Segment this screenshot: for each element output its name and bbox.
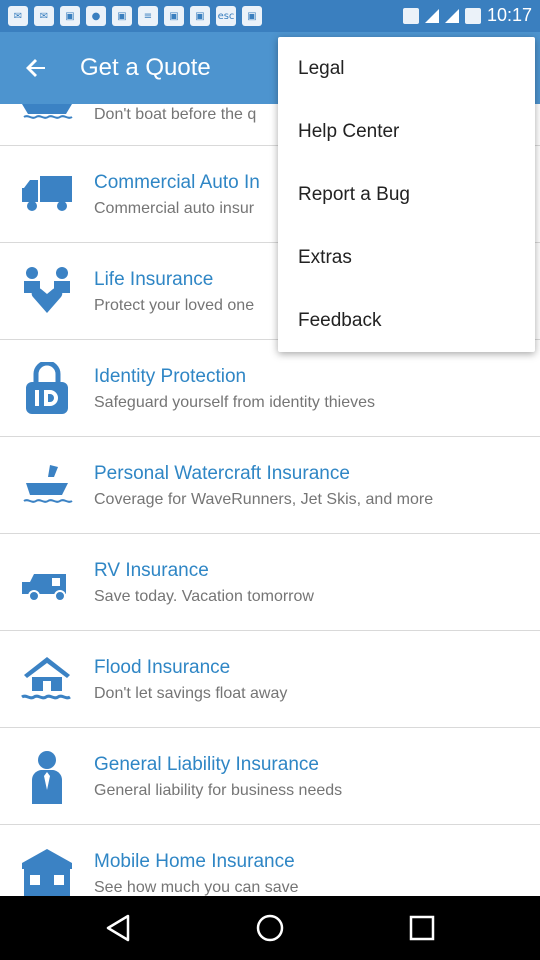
list-item-title: Personal Watercraft Insurance	[94, 463, 350, 484]
system-status: 10:17	[402, 5, 532, 26]
nav-back-icon[interactable]	[102, 912, 134, 944]
list-item-subtitle: Safeguard yourself from identity thieves	[94, 394, 376, 411]
list-item-subtitle: Coverage for WaveRunners, Jet Skis, and …	[94, 491, 434, 508]
mobile-home-icon	[20, 847, 74, 899]
list-item-subtitle: See how much you can save	[94, 879, 299, 896]
list-item-subtitle: General liability for business needs	[94, 782, 343, 799]
menu-item-report-bug[interactable]: Report a Bug	[278, 163, 535, 226]
list-item[interactable]: RV Insurance Save today. Vacation tomorr…	[0, 534, 540, 631]
list-item[interactable]: Personal Watercraft Insurance Coverage f…	[0, 437, 540, 534]
arrow-left-icon[interactable]	[16, 48, 56, 88]
menu-item-extras[interactable]: Extras	[278, 226, 535, 289]
nav-home-icon[interactable]	[254, 912, 286, 944]
overflow-menu: Legal Help Center Report a Bug Extras Fe…	[278, 37, 535, 352]
list-item-title: Life Insurance	[94, 269, 214, 290]
screen: ✉ ✉ ▣ ● ▣ ≡ ▣ ▣ esc ▣ 10:17 Get a Quote	[0, 0, 540, 960]
list-item-title: Identity Protection	[94, 366, 247, 387]
wifi-icon	[424, 8, 439, 23]
id-lock-icon	[20, 360, 74, 414]
boat-icon	[20, 98, 74, 120]
list-item[interactable]: General Liability Insurance General liab…	[0, 728, 540, 825]
mail-icon: ✉	[8, 6, 28, 26]
photo-icon: ▣	[60, 6, 80, 26]
page-title: Get a Quote	[80, 54, 211, 81]
list-item-subtitle: Protect your loved one	[94, 297, 255, 314]
navigation-bar	[0, 896, 540, 960]
photo-icon: ▣	[112, 6, 132, 26]
status-bar: ✉ ✉ ▣ ● ▣ ≡ ▣ ▣ esc ▣ 10:17	[0, 0, 540, 32]
chat-icon: ●	[86, 6, 106, 26]
photo-icon: ▣	[164, 6, 184, 26]
menu-item-legal[interactable]: Legal	[278, 37, 535, 100]
notes-icon: ≡	[138, 6, 158, 26]
menu-item-feedback[interactable]: Feedback	[278, 289, 535, 352]
list-item[interactable]: Identity Protection Safeguard yourself f…	[0, 340, 540, 437]
mail-icon: ✉	[34, 6, 54, 26]
nav-recents-icon[interactable]	[406, 912, 438, 944]
list-item[interactable]: Flood Insurance Don't let savings float …	[0, 631, 540, 728]
list-item-subtitle: Commercial auto insur	[94, 200, 255, 217]
rv-icon	[20, 556, 74, 606]
family-heart-icon	[20, 265, 74, 315]
list-item-subtitle: Don't let savings float away	[94, 685, 288, 702]
truck-icon	[20, 168, 74, 218]
signal-icon	[444, 8, 459, 23]
list-item-subtitle: Don't boat before the q	[94, 106, 257, 123]
battery-icon	[464, 7, 481, 24]
person-icon	[20, 750, 74, 804]
list-item-title: General Liability Insurance	[94, 754, 319, 775]
list-item-title: Mobile Home Insurance	[94, 851, 295, 872]
list-item-subtitle: Save today. Vacation tomorrow	[94, 588, 314, 605]
photo-icon: ▣	[190, 6, 210, 26]
flood-house-icon	[20, 653, 74, 703]
list-item-title: RV Insurance	[94, 560, 209, 581]
notification-icons: ✉ ✉ ▣ ● ▣ ≡ ▣ ▣ esc ▣	[8, 6, 262, 26]
photo-icon: ▣	[242, 6, 262, 26]
menu-item-help-center[interactable]: Help Center	[278, 100, 535, 163]
list-item-title: Commercial Auto In	[94, 172, 260, 193]
cast-icon	[402, 7, 419, 24]
jetski-icon	[20, 459, 74, 509]
esc-icon: esc	[216, 6, 236, 26]
clock: 10:17	[486, 5, 532, 25]
list-item-title: Flood Insurance	[94, 657, 231, 678]
